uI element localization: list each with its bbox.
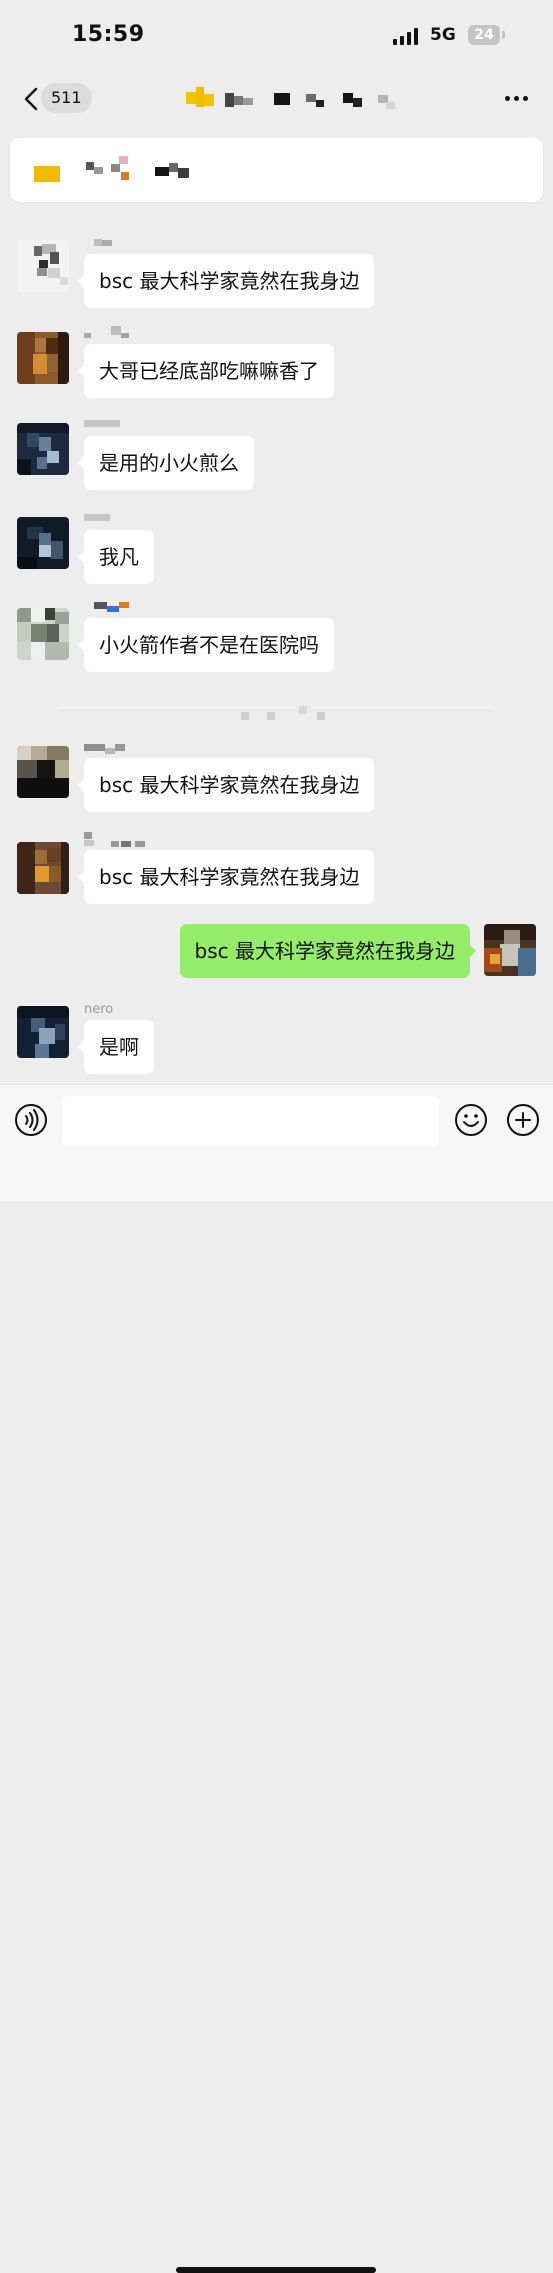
avatar[interactable] <box>17 608 69 660</box>
message-row: 小火箭作者不是在医院吗 <box>0 602 553 672</box>
voice-icon <box>15 1104 47 1136</box>
message-bubble-own[interactable]: bsc 最大科学家竟然在我身边 <box>179 924 477 978</box>
message-row: bsc 最大科学家竟然在我身边 <box>0 744 553 814</box>
more-icon-dot <box>514 96 519 101</box>
message-input[interactable] <box>62 1096 439 1146</box>
unread-count-badge[interactable]: 511 <box>41 83 92 113</box>
pinned-banner[interactable] <box>10 138 543 202</box>
message-row: nero 是啊 <box>0 1002 553 1074</box>
message-row: 是用的小火煎么 <box>0 420 553 490</box>
message-row: bsc 最大科学家竟然在我身边 <box>0 832 553 904</box>
avatar[interactable] <box>17 1006 69 1058</box>
input-bar <box>0 1084 553 2273</box>
avatar[interactable] <box>17 240 69 292</box>
emoji-icon <box>455 1104 487 1136</box>
more-icon-dot <box>523 96 528 101</box>
avatar[interactable] <box>17 746 69 798</box>
sender-name: nero <box>84 1002 114 1017</box>
more-button[interactable] <box>500 87 534 111</box>
avatar[interactable] <box>17 423 69 475</box>
message-bubble[interactable]: bsc 最大科学家竟然在我身边 <box>77 758 375 812</box>
chat-title-redacted <box>186 85 406 115</box>
more-icon-dot <box>505 96 510 101</box>
message-list: bsc 最大科学家竟然在我身边 大哥已经底部吃嘛嘛香了 是用的小火煎么 我凡 小… <box>0 210 553 1080</box>
message-row: bsc 最大科学家竟然在我身边 <box>0 236 553 308</box>
avatar-self[interactable] <box>484 924 536 976</box>
nav-bar: 511 <box>0 70 553 130</box>
message-bubble[interactable]: 我凡 <box>78 530 154 584</box>
avatar[interactable] <box>17 517 69 569</box>
message-bubble[interactable]: 小火箭作者不是在医院吗 <box>78 618 334 672</box>
battery-tip <box>502 31 505 39</box>
status-bar: 15:59 5G 24 <box>0 0 553 70</box>
message-bubble[interactable]: bsc 最大科学家竟然在我身边 <box>77 254 375 308</box>
plus-icon <box>507 1104 539 1136</box>
home-indicator <box>176 2267 376 2273</box>
voice-button[interactable] <box>14 1103 48 1137</box>
message-bubble[interactable]: 是啊 <box>78 1020 154 1074</box>
battery-icon: 24 <box>468 25 500 45</box>
message-bubble[interactable]: bsc 最大科学家竟然在我身边 <box>77 850 375 904</box>
message-bubble[interactable]: 大哥已经底部吃嘛嘛香了 <box>78 344 334 398</box>
avatar[interactable] <box>17 332 69 384</box>
more-functions-button[interactable] <box>506 1103 540 1137</box>
time-divider <box>60 710 493 711</box>
signal-icon <box>393 27 418 45</box>
message-row: 大哥已经底部吃嘛嘛香了 <box>0 326 553 398</box>
status-time: 15:59 <box>72 22 145 47</box>
message-row: bsc 最大科学家竟然在我身边 <box>0 924 553 994</box>
avatar[interactable] <box>17 842 69 894</box>
message-row: 我凡 <box>0 514 553 584</box>
message-bubble[interactable]: 是用的小火煎么 <box>78 436 254 490</box>
network-type: 5G <box>430 25 456 45</box>
emoji-button[interactable] <box>454 1103 488 1137</box>
